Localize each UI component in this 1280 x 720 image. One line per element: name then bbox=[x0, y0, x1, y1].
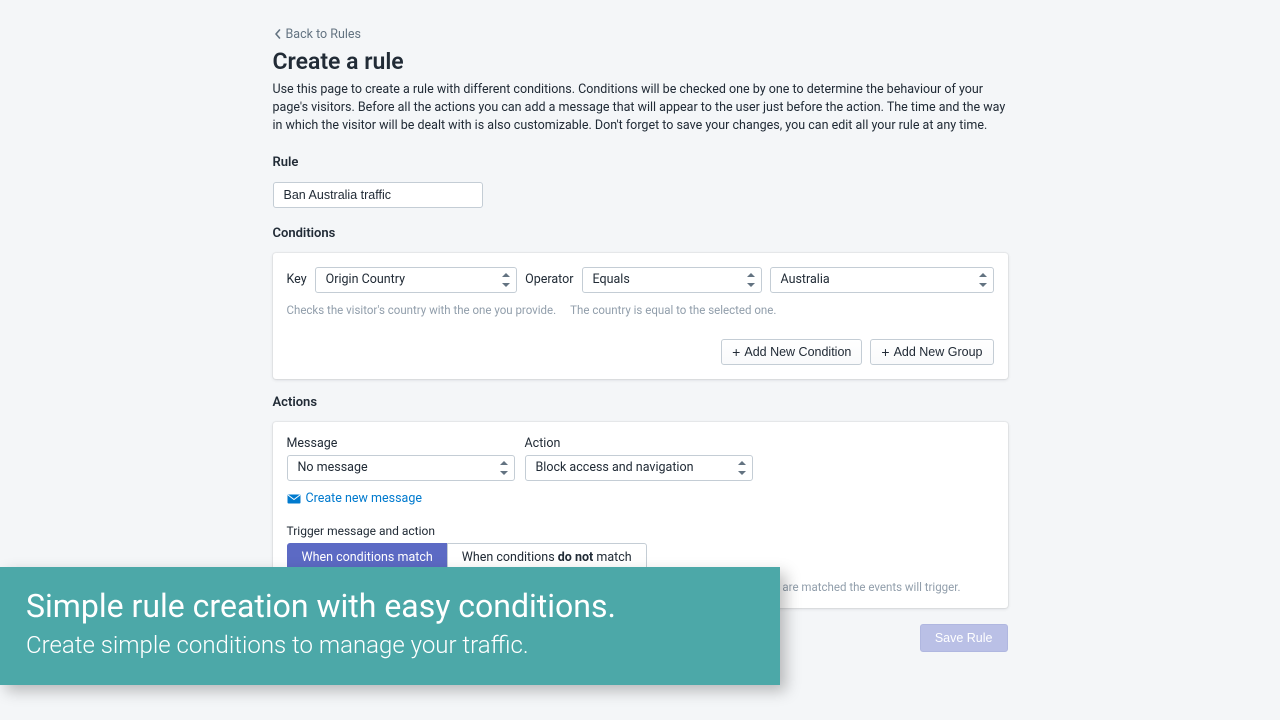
page-description: Use this page to create a rule with diff… bbox=[273, 81, 1008, 135]
trigger-label: Trigger message and action bbox=[287, 524, 994, 538]
key-label: Key bbox=[287, 272, 307, 287]
trigger-not-match-prefix: When conditions bbox=[462, 550, 558, 565]
rule-name-input[interactable] bbox=[273, 182, 483, 208]
value-select[interactable]: Australia bbox=[770, 267, 994, 293]
operator-select[interactable]: Equals bbox=[582, 267, 762, 293]
updown-icon bbox=[502, 273, 510, 287]
plus-icon: + bbox=[881, 345, 889, 359]
action-value: Block access and navigation bbox=[536, 460, 694, 475]
actions-section-label: Actions bbox=[273, 395, 1008, 410]
message-label: Message bbox=[287, 436, 515, 451]
save-rule-button[interactable]: Save Rule bbox=[920, 624, 1008, 652]
promo-subtitle: Create simple conditions to manage your … bbox=[26, 631, 754, 659]
message-value: No message bbox=[298, 460, 368, 475]
conditions-section-label: Conditions bbox=[273, 226, 1008, 241]
operator-help: The country is equal to the selected one… bbox=[570, 303, 776, 317]
create-message-label: Create new message bbox=[306, 491, 422, 506]
add-condition-label: Add New Condition bbox=[744, 345, 851, 359]
trigger-not-match-suffix: match bbox=[593, 550, 631, 565]
rule-section-label: Rule bbox=[273, 155, 1008, 170]
promo-title: Simple rule creation with easy condition… bbox=[26, 587, 754, 625]
mail-icon bbox=[287, 493, 301, 503]
back-label: Back to Rules bbox=[286, 27, 361, 42]
chevron-left-icon bbox=[273, 29, 283, 39]
back-to-rules-link[interactable]: Back to Rules bbox=[273, 27, 361, 42]
trigger-not-match-bold: do not bbox=[558, 550, 594, 565]
key-value: Origin Country bbox=[326, 272, 405, 287]
conditions-card: Key Origin Country Operator Equals Austr… bbox=[273, 253, 1008, 379]
action-label: Action bbox=[525, 436, 753, 451]
key-select[interactable]: Origin Country bbox=[315, 267, 517, 293]
promo-banner: Simple rule creation with easy condition… bbox=[0, 567, 780, 685]
message-select[interactable]: No message bbox=[287, 455, 515, 481]
operator-value: Equals bbox=[593, 272, 630, 287]
value-value: Australia bbox=[781, 272, 830, 287]
key-help: Checks the visitor's country with the on… bbox=[287, 303, 557, 317]
save-label: Save Rule bbox=[935, 631, 993, 645]
plus-icon: + bbox=[732, 345, 740, 359]
updown-icon bbox=[979, 273, 987, 287]
action-select[interactable]: Block access and navigation bbox=[525, 455, 753, 481]
create-message-link[interactable]: Create new message bbox=[287, 491, 422, 506]
add-condition-button[interactable]: + Add New Condition bbox=[721, 339, 862, 365]
page-title: Create a rule bbox=[273, 48, 1008, 75]
trigger-match-label: When conditions match bbox=[302, 550, 433, 565]
add-group-button[interactable]: + Add New Group bbox=[870, 339, 993, 365]
add-group-label: Add New Group bbox=[894, 345, 983, 359]
operator-label: Operator bbox=[525, 272, 573, 287]
updown-icon bbox=[738, 461, 746, 475]
updown-icon bbox=[500, 461, 508, 475]
updown-icon bbox=[747, 273, 755, 287]
